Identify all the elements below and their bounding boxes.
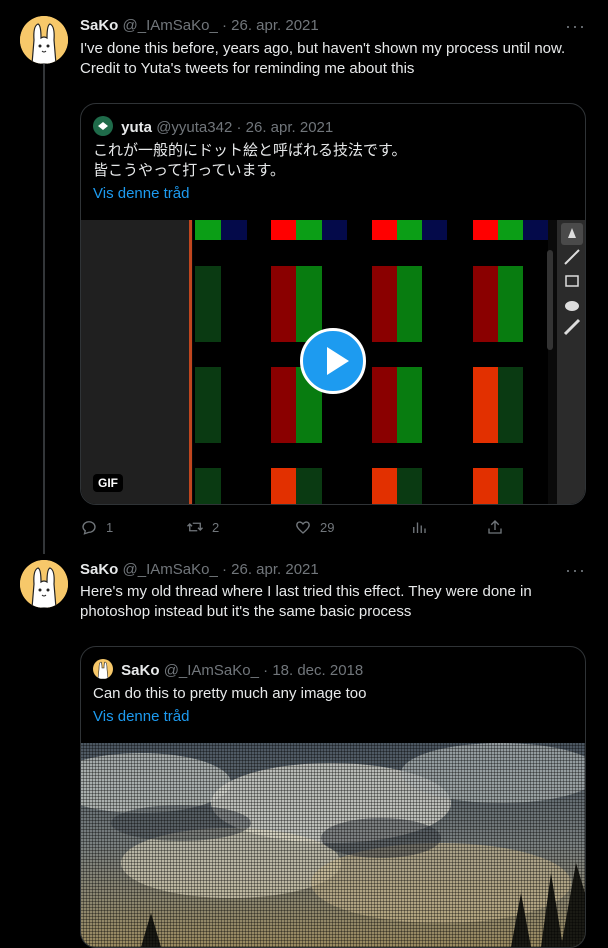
quote-header: yuta @yyuta342 · 26. apr. 2021 xyxy=(93,116,333,138)
reply-icon xyxy=(82,521,96,535)
author-name[interactable]: SaKo xyxy=(80,561,118,578)
gif-media[interactable]: GIF xyxy=(81,220,585,504)
quote-text-line: これが一般的にドット絵と呼ばれる技法です。 xyxy=(93,142,407,159)
pixelated-sky-image xyxy=(81,743,585,947)
more-icon[interactable]: ··· xyxy=(565,17,586,35)
tweet-actions: 1 2 29 xyxy=(80,518,510,538)
like-icon xyxy=(296,521,310,534)
quote-author-handle: @yyuta342 xyxy=(156,119,233,136)
tweet[interactable]: SaKo @_IAmSaKo_ · 26. apr. 2021 ··· I've… xyxy=(0,0,608,550)
reply-count: 1 xyxy=(106,519,114,535)
quote-author-handle: @_IAmSaKo_ xyxy=(163,662,259,679)
more-icon[interactable]: ··· xyxy=(565,561,586,579)
retweet-count: 2 xyxy=(212,519,220,535)
avatar[interactable] xyxy=(20,560,68,608)
retweet-button[interactable]: 2 xyxy=(186,518,219,536)
quote-avatar xyxy=(93,116,113,136)
separator-dot: · xyxy=(236,119,242,136)
show-thread-link[interactable]: Vis denne tråd xyxy=(93,185,189,202)
quote-avatar xyxy=(93,659,113,679)
views-button[interactable] xyxy=(410,518,436,536)
quote-header: SaKo @_IAmSaKo_ · 18. dec. 2018 xyxy=(93,659,363,681)
reply-button[interactable]: 1 xyxy=(80,518,113,536)
quote-date: 18. dec. 2018 xyxy=(272,662,364,679)
quote-author-name: SaKo xyxy=(121,662,160,679)
separator-dot: · xyxy=(263,662,269,679)
like-count: 29 xyxy=(320,519,335,535)
avatar[interactable] xyxy=(20,16,68,64)
quote-date: 26. apr. 2021 xyxy=(245,119,334,136)
author-handle[interactable]: @_IAmSaKo_ xyxy=(123,17,218,34)
quote-author-name: yuta xyxy=(121,119,153,136)
show-thread-link[interactable]: Vis denne tråd xyxy=(93,708,189,725)
tweet-text: I've done this before, years ago, but ha… xyxy=(80,39,585,79)
tweet-text: Here's my old thread where I last tried … xyxy=(80,582,585,622)
quote-text: Can do this to pretty much any image too xyxy=(93,684,573,704)
quote-text: これが一般的にドット絵と呼ばれる技法です。 皆こうやって打っています。 xyxy=(93,141,573,181)
quote-text-line: Can do this to pretty much any image too xyxy=(93,685,367,702)
play-icon[interactable] xyxy=(300,328,366,394)
separator-dot: · xyxy=(221,17,227,34)
tweet-header: SaKo @_IAmSaKo_ · 26. apr. 2021 xyxy=(80,560,319,580)
views-icon xyxy=(413,522,426,533)
quoted-tweet[interactable]: SaKo @_IAmSaKo_ · 18. dec. 2018 Can do t… xyxy=(80,646,586,948)
separator-dot: · xyxy=(221,561,227,578)
share-icon xyxy=(488,520,502,534)
tweet-date[interactable]: 26. apr. 2021 xyxy=(231,17,319,34)
like-button[interactable]: 29 xyxy=(294,518,334,536)
tweet-text-line: Here's my old thread where I last tried … xyxy=(80,583,532,600)
tweet[interactable]: SaKo @_IAmSaKo_ · 26. apr. 2021 ··· Here… xyxy=(0,550,608,948)
gif-badge: GIF xyxy=(93,474,123,492)
tweet-text-line: photoshop instead but it's the same basi… xyxy=(80,603,412,620)
retweet-icon xyxy=(187,522,203,532)
tweet-text-line: Credit to Yuta's tweets for reminding me… xyxy=(80,60,415,77)
tweet-text-line: I've done this before, years ago, but ha… xyxy=(80,40,566,57)
tweet-date[interactable]: 26. apr. 2021 xyxy=(231,561,319,578)
share-button[interactable] xyxy=(486,518,504,536)
author-name[interactable]: SaKo xyxy=(80,17,118,34)
quoted-tweet[interactable]: yuta @yyuta342 · 26. apr. 2021 これが一般的にドッ… xyxy=(80,103,586,505)
image-media[interactable] xyxy=(81,743,585,947)
tweet-header: SaKo @_IAmSaKo_ · 26. apr. 2021 xyxy=(80,16,319,36)
quote-text-line: 皆こうやって打っています。 xyxy=(93,162,286,179)
author-handle[interactable]: @_IAmSaKo_ xyxy=(123,561,218,578)
